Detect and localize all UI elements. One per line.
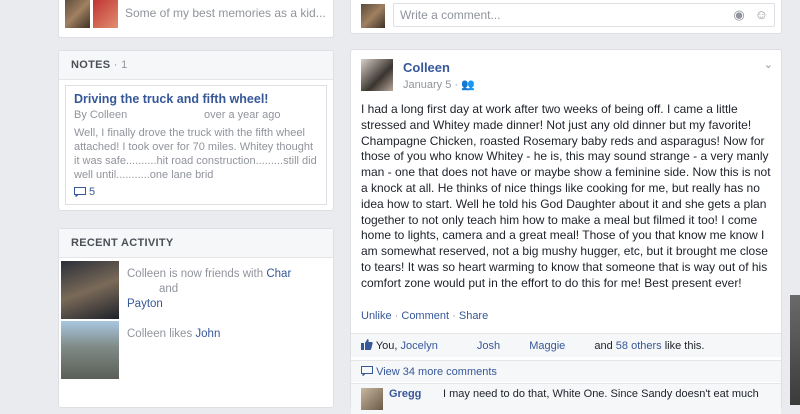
action-separator: · (452, 310, 456, 322)
notes-count: · 1 (113, 59, 128, 71)
post-card: Colleen January 5 · 👥 ⌄ I had a long fir… (350, 49, 782, 414)
activity-photo[interactable] (61, 321, 119, 379)
thumbs-up-icon (361, 339, 373, 350)
friend-link-char[interactable]: Char (266, 268, 291, 280)
activity-and: and (159, 283, 179, 295)
likes-others-link[interactable]: 58 others (616, 340, 662, 352)
likes-you: You, (375, 340, 398, 352)
post-date: January 5 · (403, 79, 459, 91)
share-button[interactable]: Share (459, 310, 488, 322)
comment-composer: Write a comment... ◉ ☺ (350, 0, 782, 34)
view-more-comments[interactable]: View 34 more comments (351, 360, 781, 382)
activity-text: Colleen likes John (127, 327, 327, 342)
action-separator: · (394, 310, 399, 322)
album-caption: Some of my best memories as a kid... (125, 6, 326, 20)
friends-icon: 👥 (461, 79, 475, 91)
camera-icon[interactable]: ◉ (733, 4, 744, 26)
user-avatar (361, 4, 385, 28)
likes-suffix: like this. (664, 340, 705, 352)
comment-icon (74, 187, 86, 197)
friend-link-payton[interactable]: Payton (127, 298, 163, 310)
emoji-icon[interactable]: ☺ (755, 4, 768, 26)
likes-summary: You, Jocelyn Josh Maggie and 58 others l… (351, 333, 781, 357)
likes-and: and (594, 340, 613, 352)
activity-prefix: Colleen is now friends with (127, 268, 267, 280)
post-body: I had a long first day at work after two… (361, 102, 771, 290)
comment-placeholder: Write a comment... (400, 8, 501, 22)
recent-activity-header: RECENT ACTIVITY (59, 229, 333, 258)
commenter-name-link[interactable]: Gregg (389, 388, 421, 400)
page-link-john[interactable]: John (195, 328, 220, 340)
comment-text: I may need to do that, White One. Since … (443, 388, 759, 400)
note-excerpt: Well, I finally drove the truck with the… (74, 127, 317, 181)
photos-strip: Some of my best memories as a kid... (58, 0, 334, 38)
post-timestamp[interactable]: January 5 · 👥 (403, 78, 475, 91)
post-actions: Unlike · Comment · Share (361, 310, 488, 322)
note-comment-count: 5 (89, 186, 96, 198)
note-author: By Colleen (74, 109, 128, 121)
author-avatar[interactable] (361, 59, 393, 91)
notes-header: NOTES · 1 (59, 51, 333, 80)
activity-text: Colleen is now friends with Char and Pay… (127, 267, 327, 312)
activity-prefix: Colleen likes (127, 328, 196, 340)
activity-item: Colleen is now friends with Char and Pay… (61, 261, 331, 321)
commenter-avatar[interactable] (361, 388, 383, 410)
note-title-link[interactable]: Driving the truck and fifth wheel! (74, 92, 318, 106)
comment-icon (361, 366, 373, 377)
composer-icons: ◉ ☺ (733, 4, 768, 26)
note-comments-link[interactable]: 5 (74, 186, 95, 198)
liker-link[interactable]: Josh (477, 340, 500, 352)
recent-activity-card: RECENT ACTIVITY Colleen is now friends w… (58, 228, 334, 408)
comment-button[interactable]: Comment (401, 310, 449, 322)
notes-card: NOTES · 1 Driving the truck and fifth wh… (58, 50, 334, 211)
note-timestamp: over a year ago (204, 109, 281, 121)
unlike-button[interactable]: Unlike (361, 310, 392, 322)
liker-link[interactable]: Jocelyn (401, 340, 438, 352)
notes-title: NOTES (71, 59, 111, 71)
comment-item: Gregg I may need to do that, White One. … (351, 383, 781, 414)
side-photo-edge (790, 295, 800, 405)
photo-thumbnail[interactable] (93, 0, 118, 28)
note-meta: By Colleen over a year ago (74, 109, 318, 121)
liker-link[interactable]: Maggie (529, 340, 565, 352)
activity-photo[interactable] (61, 261, 119, 319)
note-item[interactable]: Driving the truck and fifth wheel! By Co… (65, 85, 327, 205)
view-more-comments-link[interactable]: View 34 more comments (376, 366, 497, 378)
chevron-down-icon[interactable]: ⌄ (764, 58, 773, 71)
comment-input[interactable]: Write a comment... ◉ ☺ (393, 3, 775, 27)
activity-item: Colleen likes John (61, 321, 331, 381)
photo-thumbnail[interactable] (65, 0, 90, 28)
post-author-link[interactable]: Colleen (403, 60, 450, 75)
